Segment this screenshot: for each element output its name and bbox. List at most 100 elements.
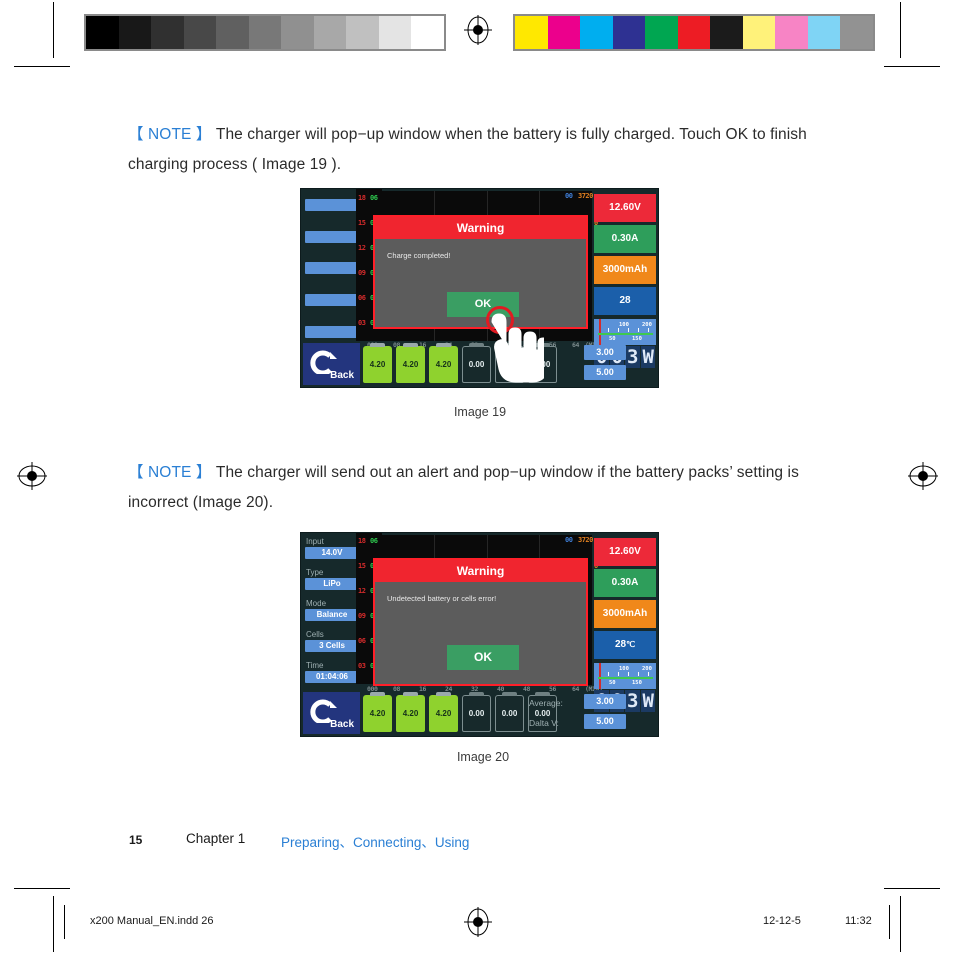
cell-voltage-value: 4.20 <box>402 709 419 718</box>
y-tick-red: 12 <box>358 244 366 252</box>
crop-mark-right-h-bottom <box>884 888 940 889</box>
graph-top-orange-value: 3720 <box>578 536 593 544</box>
sidebar-value-chip[interactable] <box>305 326 359 338</box>
sidebar-label-cells: Cells <box>306 630 324 639</box>
crop-mark-top-left-v <box>53 2 54 58</box>
warning-dialog-20: Warning Undetected battery or cells erro… <box>373 558 588 686</box>
readout-capacity[interactable]: 3000mAh <box>594 256 656 284</box>
note-paragraph-1: 【 NOTE 】 The charger will pop−up window … <box>128 120 828 180</box>
sidebar-item-input[interactable]: Input 14.0V <box>305 537 359 559</box>
crop-mark-left-h-bottom <box>14 888 70 889</box>
readout-voltage[interactable]: 12.60V <box>594 538 656 566</box>
cell-voltage-box-4[interactable]: 0.00 <box>462 343 491 383</box>
cell-voltage-box-4[interactable]: 0.00 <box>462 692 491 732</box>
color-patch-5 <box>677 16 710 49</box>
note-tag: 【 NOTE 】 <box>128 126 212 143</box>
cell-cap <box>436 343 451 347</box>
average-value[interactable]: 3.00 <box>584 694 626 709</box>
crop-mark-bottom-left-v <box>53 896 54 952</box>
printer-filename: x200 Manual_EN.indd 26 <box>90 915 214 927</box>
note-paragraph-2: 【 NOTE 】 The charger will send out an al… <box>128 458 828 518</box>
readout-temperature-value: 28 <box>614 639 627 650</box>
sidebar-value-chip[interactable] <box>305 199 359 211</box>
sidebar-value-mode[interactable]: Balance <box>305 609 359 621</box>
cell-voltage-box-1[interactable]: 4.20 <box>363 692 392 732</box>
sidebar-row[interactable] <box>305 231 359 243</box>
cell-voltage-box-1[interactable]: 4.20 <box>363 343 392 383</box>
cell-cap <box>436 692 451 696</box>
sidebar-item-cells[interactable]: Cells 3 Cells <box>305 630 359 652</box>
sidebar-item-mode[interactable]: Mode Balance <box>305 599 359 621</box>
readout-capacity[interactable]: 3000mAh <box>594 600 656 628</box>
gray-patch-8 <box>346 16 379 49</box>
printer-time: 11:32 <box>845 915 872 927</box>
section-link[interactable]: Preparing、Connecting、Using <box>281 831 469 851</box>
cell-voltage-box-5[interactable]: 0.00 <box>495 692 524 732</box>
delta-value[interactable]: 5.00 <box>584 714 626 729</box>
gauge-tick-50: 50 <box>609 680 616 686</box>
sidebar-label-time: Time <box>306 661 324 670</box>
cell-voltage-box-5[interactable]: 0.00 <box>495 343 524 383</box>
sidebar-value-type[interactable]: LiPo <box>305 578 359 590</box>
note-text: The charger will pop−up window when the … <box>128 126 807 173</box>
sidebar-value-chip[interactable] <box>305 294 359 306</box>
delta-label: Dalta V: <box>529 718 559 728</box>
cell-voltage-value: 4.20 <box>435 709 452 718</box>
crop-mark-top-right-v <box>900 2 901 58</box>
note-text: The charger will send out an alert and p… <box>128 464 799 511</box>
readout-temperature[interactable]: 28 <box>594 287 656 315</box>
color-patch-10 <box>840 16 873 49</box>
cell-cap <box>370 343 385 347</box>
cell-bar-19: Back 4.20 4.20 4.20 0.00 0.00 0.00 3.00 5.00 <box>301 341 658 387</box>
caption-image-19: Image 19 <box>453 405 507 419</box>
readout-temperature[interactable]: 28℃ <box>594 631 656 659</box>
gauge-tick-100: 100 <box>619 322 629 328</box>
gray-patch-10 <box>411 16 444 49</box>
readout-current[interactable]: 0.30A <box>594 569 656 597</box>
sidebar-item-type[interactable]: Type LiPo <box>305 568 359 590</box>
y-tick-red: 03 <box>358 662 366 670</box>
sidebar-row[interactable] <box>305 294 359 306</box>
sidebar-value-time[interactable]: 01:04:06 <box>305 671 359 683</box>
delta-value[interactable]: 5.00 <box>584 365 626 380</box>
sidebar-value-chip[interactable] <box>305 262 359 274</box>
cell-voltage-box-2[interactable]: 4.20 <box>396 692 425 732</box>
printer-date: 12-12-5 <box>763 915 801 927</box>
gray-patch-4 <box>216 16 249 49</box>
sidebar-value-cells[interactable]: 3 Cells <box>305 640 359 652</box>
y-tick-red: 18 <box>358 194 366 202</box>
settings-sidebar-20: Input 14.0V Type LiPo Mode Balance Cells… <box>301 533 361 690</box>
back-button-20[interactable]: Back <box>303 692 360 734</box>
cell-voltage-value: 0.00 <box>501 709 518 718</box>
average-delta-block-20: Average: 3.00 Dalta V: 5.00 <box>527 690 661 736</box>
color-patch-6 <box>710 16 743 49</box>
readout-current[interactable]: 0.30A <box>594 225 656 253</box>
average-value[interactable]: 3.00 <box>584 345 626 360</box>
sidebar-row[interactable] <box>305 199 359 211</box>
sidebar-row[interactable] <box>305 262 359 274</box>
back-button-19[interactable]: Back <box>303 343 360 385</box>
cell-voltage-value: 4.20 <box>435 360 452 369</box>
cell-voltage-box-3[interactable]: 4.20 <box>429 692 458 732</box>
color-patch-4 <box>645 16 678 49</box>
readout-voltage[interactable]: 12.60V <box>594 194 656 222</box>
cell-voltage-box-3[interactable]: 4.20 <box>429 343 458 383</box>
page-number: 15 <box>129 833 143 847</box>
footer-rule-right <box>889 905 890 939</box>
back-button-label: Back <box>330 370 354 381</box>
sidebar-item-time[interactable]: Time 01:04:06 <box>305 661 359 683</box>
y-tick-green: 06 <box>370 194 378 202</box>
warning-dialog-title-20: Warning <box>375 560 586 582</box>
note-tag: 【 NOTE 】 <box>128 464 212 481</box>
cell-cap <box>469 343 484 347</box>
sidebar-value-input[interactable]: 14.0V <box>305 547 359 559</box>
warning-dialog-message-20: Undetected battery or cells error! <box>387 594 497 603</box>
gauge-tick-100: 100 <box>619 666 629 672</box>
cell-voltage-box-2[interactable]: 4.20 <box>396 343 425 383</box>
sidebar-value-chip[interactable] <box>305 231 359 243</box>
cell-voltage-value: 4.20 <box>369 360 386 369</box>
warning-dialog-ok-button-20[interactable]: OK <box>447 645 519 670</box>
device-screenshot-image-20: Input 14.0V Type LiPo Mode Balance Cells… <box>300 532 659 737</box>
gray-patch-7 <box>313 16 346 49</box>
sidebar-row[interactable] <box>305 326 359 338</box>
